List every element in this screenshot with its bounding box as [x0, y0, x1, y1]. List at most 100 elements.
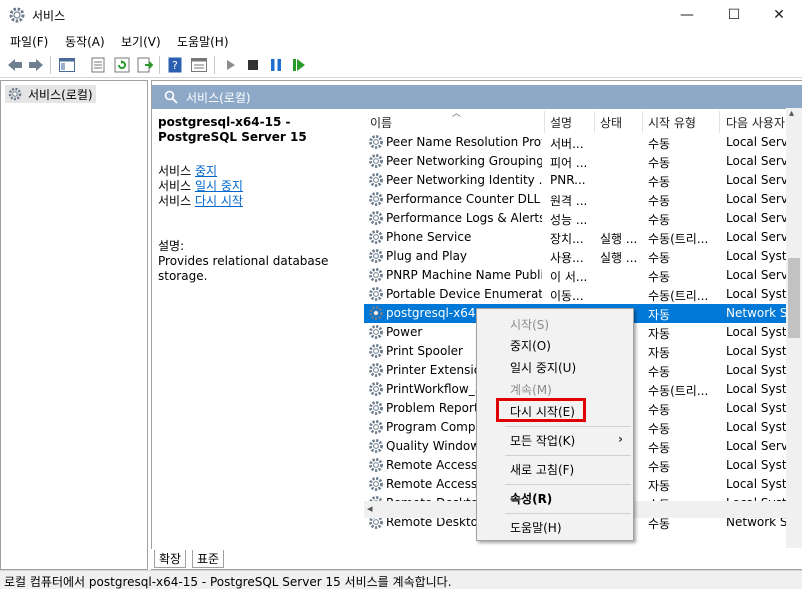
- description-text: Provides relational database storage.: [158, 254, 329, 283]
- table-row[interactable]: Performance Logs & Alerts 성능 ... 수동 Local S…: [364, 209, 802, 228]
- service-name: Peer Networking Identity ...: [386, 173, 542, 187]
- refresh-icon[interactable]: [113, 56, 131, 74]
- service-status: 실행 ...: [600, 251, 638, 265]
- pause-service-link[interactable]: 일시 중지: [195, 179, 243, 193]
- service-status: 실행 ...: [600, 232, 638, 246]
- service-gear-icon: [368, 381, 384, 397]
- menu-item-stop[interactable]: 중지(O): [477, 334, 633, 356]
- action-pane-icon[interactable]: [190, 56, 208, 74]
- svg-text:?: ?: [172, 59, 178, 72]
- service-gear-icon: [368, 191, 384, 207]
- service-gear-icon: [368, 305, 384, 321]
- menu-bar: 파일(F) 동작(A) 보기(V) 도움말(H): [0, 30, 802, 52]
- service-gear-icon: [368, 419, 384, 435]
- column-header-description[interactable]: 설명: [550, 114, 572, 131]
- maximize-button[interactable]: ☐: [711, 0, 757, 30]
- menu-item-all-tasks[interactable]: 모든 작업(K) ›: [477, 429, 633, 451]
- service-startup-type: 자동: [648, 479, 671, 493]
- help-icon[interactable]: ?: [166, 56, 184, 74]
- back-arrow-icon[interactable]: [6, 56, 24, 74]
- forward-arrow-icon[interactable]: [27, 56, 45, 74]
- tree-item-label: 서비스(로컬): [28, 87, 93, 102]
- view-tabs: 확장 표준: [151, 549, 802, 569]
- show-hide-console-tree-icon[interactable]: [58, 56, 76, 74]
- tree-item-services-local[interactable]: 서비스(로컬): [5, 85, 96, 103]
- console-tree: 서비스(로컬): [0, 80, 148, 570]
- minimize-button[interactable]: —: [664, 0, 710, 30]
- service-description: PNR...: [550, 173, 586, 187]
- service-description: 장치...: [550, 232, 584, 246]
- scroll-up-icon[interactable]: ▴: [789, 108, 794, 119]
- tab-standard[interactable]: 표준: [192, 550, 225, 568]
- table-row[interactable]: Performance Counter DLL ... 원격 ... 수동 Local…: [364, 190, 802, 209]
- service-gear-icon: [368, 248, 384, 264]
- service-startup-type: 수동: [648, 422, 671, 436]
- service-gear-icon: [368, 172, 384, 188]
- menu-help[interactable]: 도움말(H): [177, 33, 229, 50]
- menu-view[interactable]: 보기(V): [121, 33, 161, 50]
- service-gear-icon: [368, 362, 384, 378]
- service-name: Phone Service: [386, 230, 472, 244]
- service-description: 사용...: [550, 251, 584, 265]
- restart-service-icon[interactable]: [290, 56, 308, 74]
- vertical-scrollbar[interactable]: ▴: [786, 108, 802, 548]
- service-startup-type: 자동: [648, 327, 671, 341]
- services-gear-icon: [9, 7, 25, 23]
- status-bar: 로컬 컴퓨터에서 postgresql-x64-15 - PostgreSQL …: [0, 570, 802, 589]
- pause-service-icon[interactable]: [267, 56, 285, 74]
- service-startup-type: 수동: [648, 194, 671, 208]
- service-name: Plug and Play: [386, 249, 468, 263]
- table-row[interactable]: PNRP Machine Name Publi... 이 서... 수동 Local …: [364, 266, 802, 285]
- restart-service-link[interactable]: 다시 시작: [195, 194, 243, 208]
- menu-action[interactable]: 동작(A): [65, 33, 105, 50]
- toolbar: ?: [0, 52, 802, 78]
- menu-item-refresh[interactable]: 새로 고침(F): [477, 458, 633, 480]
- menu-item-resume[interactable]: 계속(M): [477, 378, 633, 400]
- column-header-name[interactable]: 이름: [370, 114, 392, 131]
- service-details-panel: postgresql-x64-15 - PostgreSQL Server 15…: [158, 115, 356, 284]
- stop-service-icon[interactable]: [244, 56, 262, 74]
- service-gear-icon: [368, 210, 384, 226]
- menu-item-start[interactable]: 시작(S): [477, 313, 633, 335]
- service-startup-type: 수동: [648, 137, 671, 151]
- service-gear-icon: [368, 267, 384, 283]
- export-list-icon[interactable]: [136, 56, 154, 74]
- service-gear-icon: [368, 400, 384, 416]
- service-startup-type: 수동: [648, 156, 671, 170]
- menu-file[interactable]: 파일(F): [10, 33, 48, 50]
- stop-service-link[interactable]: 중지: [195, 164, 217, 178]
- properties-sheet-icon[interactable]: [89, 56, 107, 74]
- service-name: Performance Logs & Alerts: [386, 211, 542, 225]
- window-title: 서비스: [32, 9, 66, 23]
- table-row[interactable]: Phone Service 장치... 실행 ... 수동(트리... Local Se…: [364, 228, 802, 247]
- service-startup-type: 수동: [648, 175, 671, 189]
- pane-header: 서비스(로컬): [152, 85, 802, 109]
- service-name: Performance Counter DLL ...: [386, 192, 542, 206]
- service-gear-icon: [368, 134, 384, 150]
- service-description: 성능 ...: [550, 213, 588, 227]
- table-row[interactable]: Peer Networking Grouping 피어 ... 수동 Local Se…: [364, 152, 802, 171]
- column-header-status[interactable]: 상태: [600, 114, 622, 131]
- service-startup-type: 수동(트리...: [648, 384, 709, 398]
- service-description: 피어 ...: [550, 156, 588, 170]
- table-row[interactable]: Peer Name Resolution Prot... 서버... 수동 Local…: [364, 133, 802, 152]
- service-startup-type: 자동: [648, 346, 671, 360]
- tab-extended[interactable]: 확장: [154, 550, 187, 568]
- service-startup-type: 수동: [648, 213, 671, 227]
- table-row[interactable]: Portable Device Enumerato... 이동... 수동(트리..…: [364, 285, 802, 304]
- scroll-thumb[interactable]: [788, 258, 800, 338]
- pane-header-title: 서비스(로컬): [186, 90, 251, 105]
- start-service-icon[interactable]: [222, 56, 240, 74]
- scroll-left-icon[interactable]: ◂: [367, 502, 373, 515]
- details-prefix: 서비스: [158, 164, 192, 178]
- service-gear-icon: [368, 153, 384, 169]
- close-button[interactable]: ✕: [756, 0, 802, 30]
- table-row[interactable]: Peer Networking Identity ... PNR... 수동 Loca…: [364, 171, 802, 190]
- table-row[interactable]: Plug and Play 사용... 실행 ... 수동 Local System: [364, 247, 802, 266]
- menu-item-help[interactable]: 도움말(H): [477, 516, 633, 538]
- menu-item-pause[interactable]: 일시 중지(U): [477, 356, 633, 378]
- menu-item-properties[interactable]: 속성(R): [477, 487, 633, 509]
- column-header-startup-type[interactable]: 시작 유형: [648, 114, 696, 131]
- service-gear-icon: [368, 476, 384, 492]
- service-description: 이 서...: [550, 270, 588, 284]
